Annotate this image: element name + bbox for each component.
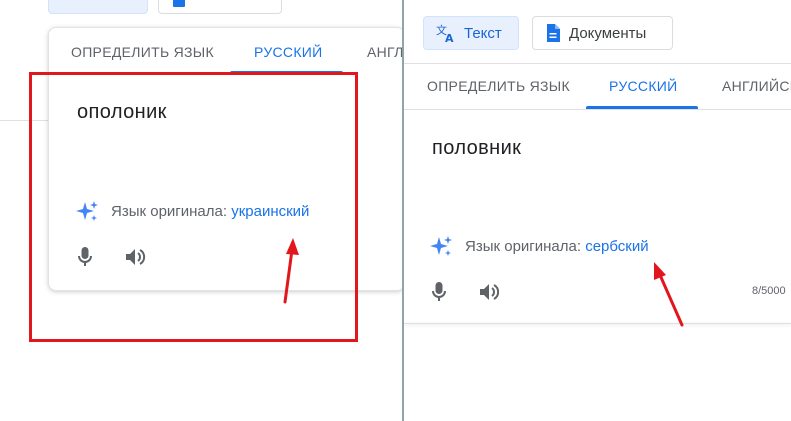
annotation-arrow-right	[654, 262, 684, 327]
annotation-arrow-left	[283, 238, 299, 304]
annotation-arrows	[283, 238, 684, 327]
